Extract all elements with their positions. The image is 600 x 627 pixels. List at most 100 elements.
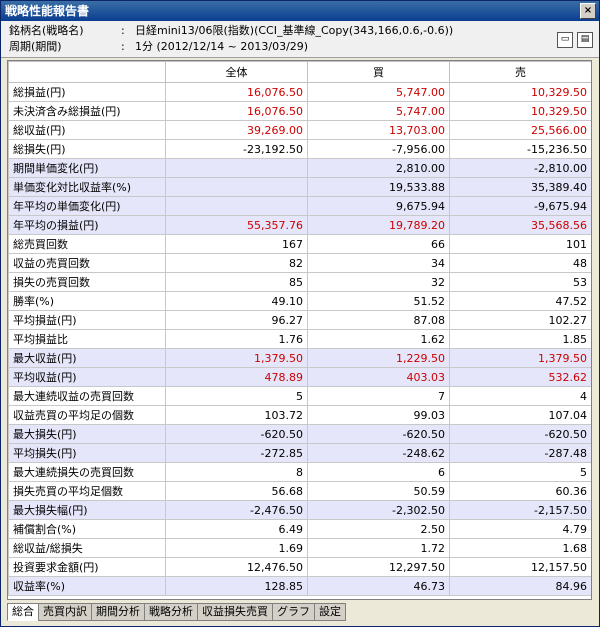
print-icon[interactable]: ▤ [577, 32, 593, 48]
table-row[interactable]: 年平均の損益(円) 55,357.76 19,789.20 35,568.56 [8, 215, 591, 235]
title-bar: 戦略性能報告書 × [1, 1, 599, 21]
cell-value: 9,675.94 [307, 196, 450, 216]
table-row[interactable]: 平均収益(円) 478.89 403.03 532.62 [8, 367, 591, 387]
table-row[interactable]: 平均損失(円) -272.85 -248.62 -287.48 [8, 443, 591, 463]
cell-value: 48 [449, 253, 591, 273]
cell-value: 16,076.50 [165, 101, 308, 121]
table-row[interactable]: 年平均の単価変化(円) 9,675.94 -9,675.94 [8, 196, 591, 216]
cell-value: 1.85 [449, 329, 591, 349]
tab-3[interactable]: 戦略分析 [144, 603, 198, 621]
cell-value: 46.73 [307, 576, 450, 596]
period-value: 1分 (2012/12/14 ~ 2013/03/29) [135, 40, 309, 53]
cell-value: -15,236.50 [449, 139, 591, 159]
cell-value: 87.08 [307, 310, 450, 330]
row-label: 年平均の単価変化(円) [8, 196, 166, 216]
cell-value: 96.27 [165, 310, 308, 330]
table-row[interactable]: 収益の売買回数 82 34 48 [8, 253, 591, 273]
cell-value: 5,747.00 [307, 101, 450, 121]
table-row[interactable]: 最大連続収益の売買回数 5 7 4 [8, 386, 591, 406]
table-row[interactable]: 勝率(%) 49.10 51.52 47.52 [8, 291, 591, 311]
cell-value: 34 [307, 253, 450, 273]
row-label: 総損失(円) [8, 139, 166, 159]
report-grid[interactable]: 全体買売 総損益(円) 16,076.50 5,747.00 10,329.50 未決済… [7, 60, 592, 600]
table-row[interactable]: 最大連続損失の売買回数 8 6 5 [8, 462, 591, 482]
table-row[interactable]: 補償割合(%) 6.49 2.50 4.79 [8, 519, 591, 539]
table-row[interactable]: 単価変化対比収益率(%) 19,533.88 35,389.40 [8, 177, 591, 197]
row-label: 平均収益(円) [8, 367, 166, 387]
row-label: 損失の売買回数 [8, 272, 166, 292]
cell-value: 478.89 [165, 367, 308, 387]
table-row[interactable]: 最大損失(円) -620.50 -620.50 -620.50 [8, 424, 591, 444]
cell-value: 47.52 [449, 291, 591, 311]
table-row[interactable]: 収益売買の平均足の個数 103.72 99.03 107.04 [8, 405, 591, 425]
row-label: 期間単価変化(円) [8, 158, 166, 178]
table-row[interactable]: 総損益(円) 16,076.50 5,747.00 10,329.50 [8, 82, 591, 102]
tab-4[interactable]: 収益損失売買 [197, 603, 273, 621]
table-row[interactable]: 総収益/総損失 1.69 1.72 1.68 [8, 538, 591, 558]
row-label: 未決済含み総損益(円) [8, 101, 166, 121]
cell-value: 1.68 [449, 538, 591, 558]
cell-value: 50.59 [307, 481, 450, 501]
table-row[interactable]: 収益率(%) 128.85 46.73 84.96 [8, 576, 591, 596]
tab-0[interactable]: 総合 [7, 603, 39, 621]
cell-value: 2.50 [307, 519, 450, 539]
toolbar-icons: ▭ ▤ [553, 31, 593, 48]
cell-value: 66 [307, 234, 450, 254]
cell-value: 12,297.50 [307, 557, 450, 577]
cell-value: 1,229.50 [307, 348, 450, 368]
tab-1[interactable]: 売買内訳 [38, 603, 92, 621]
tab-2[interactable]: 期間分析 [91, 603, 145, 621]
save-icon[interactable]: ▭ [557, 32, 573, 48]
cell-value: -23,192.50 [165, 139, 308, 159]
table-row[interactable]: 最大収益(円) 1,379.50 1,229.50 1,379.50 [8, 348, 591, 368]
cell-value: 7 [307, 386, 450, 406]
cell-value: 103.72 [165, 405, 308, 425]
table-row[interactable]: 投資要求金額(円) 12,476.50 12,297.50 12,157.50 [8, 557, 591, 577]
cell-value: 35,389.40 [449, 177, 591, 197]
tab-5[interactable]: グラフ [272, 603, 315, 621]
table-row[interactable]: 総損失(円) -23,192.50 -7,956.00 -15,236.50 [8, 139, 591, 159]
column-header: 買 [307, 61, 450, 83]
table-row[interactable]: 最大損失幅(円) -2,476.50 -2,302.50 -2,157.50 [8, 500, 591, 520]
cell-value [165, 177, 308, 197]
table-row[interactable]: 総収益(円) 39,269.00 13,703.00 25,566.00 [8, 120, 591, 140]
cell-value: 60.36 [449, 481, 591, 501]
row-label: 損失売買の平均足個数 [8, 481, 166, 501]
cell-value: 5 [165, 386, 308, 406]
cell-value: -2,476.50 [165, 500, 308, 520]
cell-value: 5 [449, 462, 591, 482]
cell-value: 10,329.50 [449, 82, 591, 102]
table-row[interactable]: 損失の売買回数 85 32 53 [8, 272, 591, 292]
row-label: 最大連続収益の売買回数 [8, 386, 166, 406]
close-button[interactable]: × [580, 3, 596, 19]
cell-value: -7,956.00 [307, 139, 450, 159]
window-title: 戦略性能報告書 [5, 4, 90, 18]
column-header: 全体 [165, 61, 308, 83]
cell-value: 1,379.50 [165, 348, 308, 368]
cell-value: 403.03 [307, 367, 450, 387]
table-row[interactable]: 総売買回数 167 66 101 [8, 234, 591, 254]
period-separator: : [121, 40, 125, 53]
cell-value: 55,357.76 [165, 215, 308, 235]
cell-value: 4.79 [449, 519, 591, 539]
tab-6[interactable]: 設定 [314, 603, 346, 621]
table-row[interactable]: 未決済含み総損益(円) 16,076.50 5,747.00 10,329.50 [8, 101, 591, 121]
cell-value: 16,076.50 [165, 82, 308, 102]
table-row[interactable]: 平均損益(円) 96.27 87.08 102.27 [8, 310, 591, 330]
cell-value: 128.85 [165, 576, 308, 596]
cell-value: 19,533.88 [307, 177, 450, 197]
report-window: 戦略性能報告書 × 銘柄名(戦略名): 日経mini13/06限(指数)(CCI_… [0, 0, 600, 627]
table-row[interactable]: 平均損益比 1.76 1.62 1.85 [8, 329, 591, 349]
cell-value: 82 [165, 253, 308, 273]
table-row[interactable]: 損失売買の平均足個数 56.68 50.59 60.36 [8, 481, 591, 501]
cell-value: -2,810.00 [449, 158, 591, 178]
row-label: 総売買回数 [8, 234, 166, 254]
cell-value: -287.48 [449, 443, 591, 463]
row-label: 補償割合(%) [8, 519, 166, 539]
table-row[interactable]: 期間単価変化(円) 2,810.00 -2,810.00 [8, 158, 591, 178]
row-label: 平均損失(円) [8, 443, 166, 463]
row-label: 投資要求金額(円) [8, 557, 166, 577]
cell-value: 32 [307, 272, 450, 292]
cell-value: -620.50 [165, 424, 308, 444]
cell-value: 532.62 [449, 367, 591, 387]
